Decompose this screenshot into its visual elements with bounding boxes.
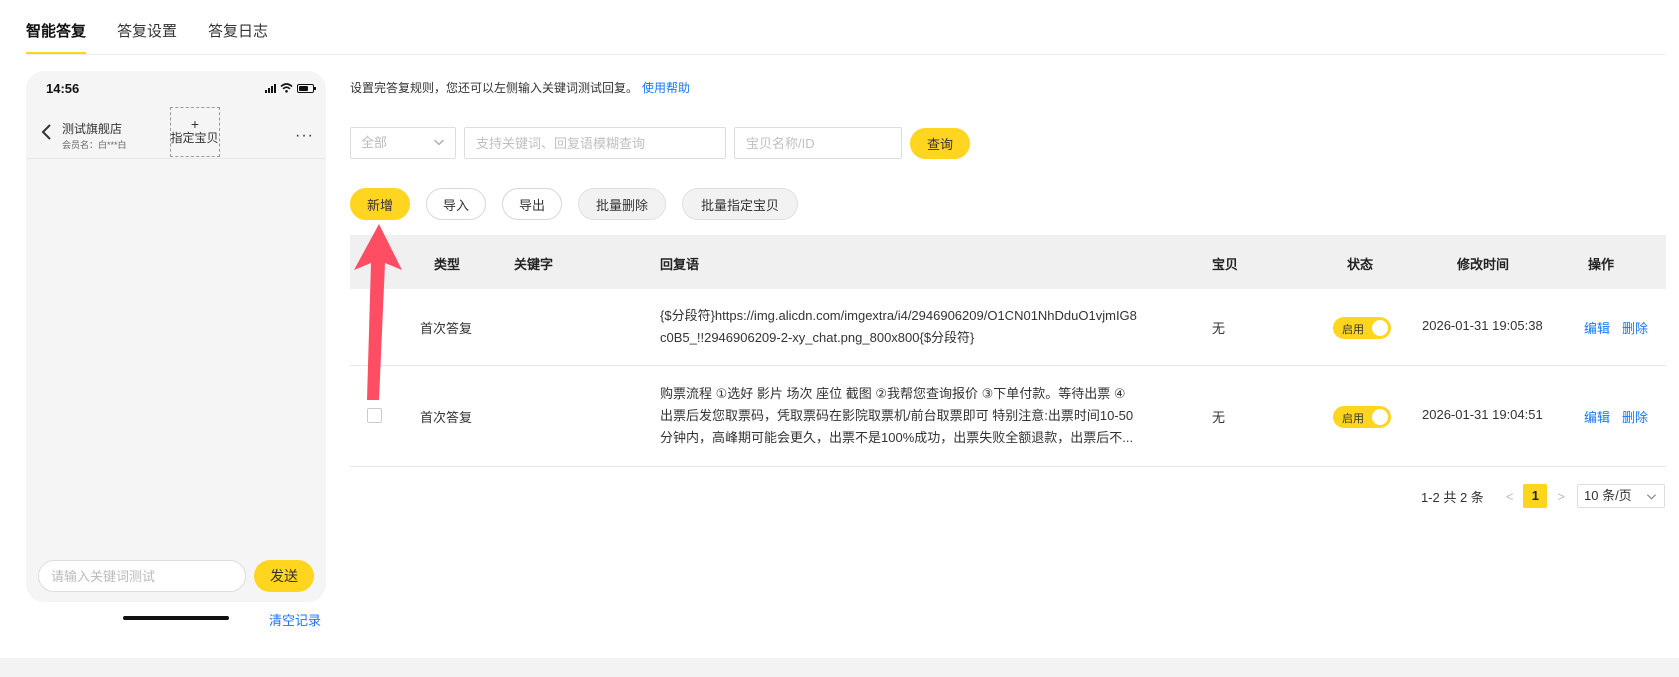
row-reply: {$分段符}https://img.alicdn.com/imgextra/i4… — [660, 305, 1180, 349]
signal-icon — [265, 83, 276, 93]
edit-link[interactable]: 编辑 — [1584, 407, 1610, 426]
header-item: 宝贝 — [1212, 257, 1239, 272]
more-icon[interactable]: ··· — [295, 127, 314, 145]
toggle-knob — [1372, 320, 1388, 336]
export-button[interactable]: 导出 — [502, 188, 562, 220]
reply-table: 类型 关键字 回复语 宝贝 状态 修改时间 操作 首次答复 {$分段符}http… — [350, 235, 1666, 467]
row-item: 无 — [1212, 410, 1226, 425]
chevron-down-icon — [434, 139, 444, 146]
add-button[interactable]: 新增 — [350, 188, 410, 220]
pagination-total: 1-2 共 2 条 — [1420, 489, 1484, 505]
status-toggle-label: 启用 — [1342, 413, 1364, 425]
row-type: 首次答复 — [420, 410, 473, 425]
row-reply: 购票流程 ①选好 影片 场次 座位 截图 ②我帮您查询报价 ③下单付款。等待出票… — [660, 383, 1180, 449]
pagination: 1-2 共 2 条 < 1 > 10 条/页 — [1421, 484, 1665, 508]
batch-assign-button[interactable]: 批量指定宝贝 — [682, 188, 798, 220]
header-reply: 回复语 — [660, 257, 700, 272]
header-type: 类型 — [434, 257, 461, 272]
wifi-icon — [280, 83, 293, 93]
phone-preview: 14:56 测试旗舰店 会员名：白***白 ··· + 指定宝贝 请输入关键词测… — [26, 71, 326, 602]
keyword-search-input[interactable] — [464, 127, 726, 159]
tabs-divider — [26, 54, 1665, 55]
table-row: 首次答复 购票流程 ①选好 影片 场次 座位 截图 ②我帮您查询报价 ③下单付款… — [350, 366, 1666, 467]
member-name: 会员名：白***白 — [62, 140, 127, 150]
status-toggle[interactable]: 启用 — [1333, 317, 1391, 339]
tab-smart-reply[interactable]: 智能答复 — [26, 0, 87, 54]
assign-item-button[interactable]: + 指定宝贝 — [170, 107, 220, 157]
query-button[interactable]: 查询 — [910, 128, 970, 159]
table-header: 类型 关键字 回复语 宝贝 状态 修改时间 操作 — [350, 235, 1666, 289]
phone-status-icons — [265, 83, 316, 93]
clear-records-link[interactable]: 清空记录 — [269, 610, 321, 629]
edit-link[interactable]: 编辑 — [1584, 318, 1610, 337]
header-keyword: 关键字 — [514, 257, 554, 272]
reply-line: 购票流程 ①选好 影片 场次 座位 截图 ②我帮您查询报价 ③下单付款。等待出票… — [660, 386, 1126, 401]
phone-status-bar: 14:56 — [46, 81, 316, 97]
reply-line: 分钟内，高峰期可能会更久，出票不是100%成功，出票失败全额退款，出票后不... — [660, 430, 1134, 445]
reply-line: c0B5_!!2946906209-2-xy_chat.png_800x800{… — [660, 330, 975, 345]
reply-line: {$分段符}https://img.alicdn.com/imgextra/i4… — [660, 308, 1137, 323]
header-modified: 修改时间 — [1457, 257, 1510, 272]
header-status: 状态 — [1347, 257, 1374, 272]
description-text: 设置完答复规则，您还可以左侧输入关键词测试回复。 — [350, 81, 639, 95]
status-toggle[interactable]: 启用 — [1333, 406, 1391, 428]
tab-reply-log[interactable]: 答复日志 — [208, 0, 268, 54]
batch-delete-button[interactable]: 批量删除 — [578, 188, 666, 220]
toggle-knob — [1372, 409, 1388, 425]
action-toolbar: 新增 导入 导出 批量删除 批量指定宝贝 — [350, 188, 798, 220]
type-select-value: 全部 — [361, 135, 388, 150]
home-indicator — [123, 616, 229, 620]
battery-icon — [297, 83, 316, 93]
reply-line: 出票后发您取票码，凭取票码在影院取票机/前台取票即可 特别注意:出票时间10-5… — [660, 408, 1134, 423]
next-page-icon[interactable]: > — [1557, 489, 1565, 504]
header-ops: 操作 — [1588, 257, 1615, 272]
row-type: 首次答复 — [420, 321, 473, 336]
chevron-down-icon — [1646, 494, 1657, 500]
type-select[interactable]: 全部 — [350, 127, 456, 159]
assign-item-label: 指定宝贝 — [170, 131, 219, 145]
shop-name: 测试旗舰店 — [62, 122, 123, 136]
row-checkbox[interactable] — [367, 408, 382, 423]
tab-reply-settings[interactable]: 答复设置 — [117, 0, 177, 54]
page-size-select[interactable]: 10 条/页 — [1577, 484, 1665, 508]
page-size-value: 10 条/页 — [1584, 488, 1632, 503]
top-tabs: 智能答复 答复设置 答复日志 — [26, 0, 299, 54]
description: 设置完答复规则，您还可以左侧输入关键词测试回复。 使用帮助 — [350, 79, 690, 96]
page-1-button[interactable]: 1 — [1523, 484, 1548, 508]
page: 智能答复 答复设置 答复日志 14:56 测试旗舰店 会员名：白***白 ···… — [0, 0, 1679, 658]
import-button[interactable]: 导入 — [426, 188, 486, 220]
plus-icon: + — [190, 116, 200, 132]
table-row: 首次答复 {$分段符}https://img.alicdn.com/imgext… — [350, 289, 1666, 366]
status-toggle-label: 启用 — [1342, 324, 1364, 336]
send-button[interactable]: 发送 — [254, 560, 314, 592]
row-modified: 2026-01-31 19:05:38 — [1422, 318, 1543, 333]
item-search-input[interactable] — [734, 127, 902, 159]
delete-link[interactable]: 删除 — [1622, 318, 1648, 337]
row-modified: 2026-01-31 19:04:51 — [1422, 407, 1543, 422]
prev-page-icon[interactable]: < — [1506, 489, 1514, 504]
row-item: 无 — [1212, 321, 1226, 336]
help-link[interactable]: 使用帮助 — [642, 81, 690, 95]
back-arrow-icon[interactable] — [40, 122, 54, 142]
delete-link[interactable]: 删除 — [1622, 407, 1648, 426]
keyword-test-input[interactable] — [38, 560, 246, 592]
phone-time: 14:56 — [46, 81, 80, 96]
